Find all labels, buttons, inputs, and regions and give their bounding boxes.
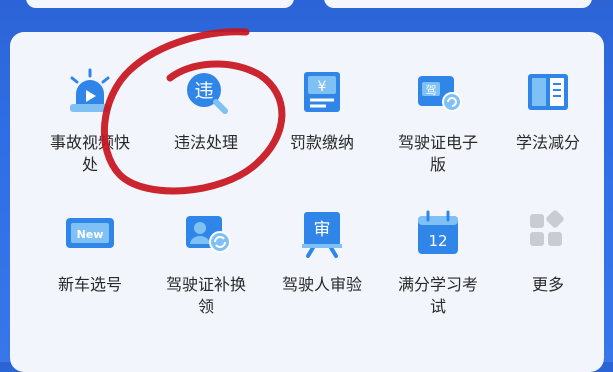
new-plate-icon: New <box>58 202 122 266</box>
service-more[interactable]: 更多 <box>492 202 604 322</box>
service-label: 事故视频快处 <box>49 133 130 174</box>
service-license-renew[interactable]: 驾驶证补换领 <box>150 202 262 322</box>
review-icon: 审 <box>290 202 354 266</box>
svg-text:12: 12 <box>428 232 447 250</box>
service-label: 罚款缴纳 <box>289 133 354 152</box>
fine-payment-icon: ¥ <box>290 60 354 124</box>
service-label: 驾驶人审验 <box>281 275 362 294</box>
service-panel: 事故视频快处 违 违法处理 ¥ 罚款缴纳 驾 驾驶证电子版 学法减分 New 新… <box>10 32 604 372</box>
calendar-exam-icon: 12 <box>406 202 470 266</box>
e-license-icon: 驾 <box>406 60 470 124</box>
svg-text:违: 违 <box>194 80 213 102</box>
service-label: 学法减分 <box>515 133 580 152</box>
service-accident-video[interactable]: 事故视频快处 <box>34 60 146 180</box>
service-new-plate[interactable]: New 新车选号 <box>34 202 146 322</box>
service-e-license[interactable]: 驾 驾驶证电子版 <box>382 60 494 180</box>
book-icon <box>516 60 580 124</box>
siren-icon <box>58 60 122 124</box>
license-renew-icon <box>174 202 238 266</box>
service-label: 更多 <box>531 275 564 294</box>
service-label: 驾驶证电子版 <box>397 133 478 174</box>
svg-text:审: 审 <box>314 220 331 240</box>
service-study-points[interactable]: 学法减分 <box>492 60 604 180</box>
svg-text:New: New <box>77 228 104 241</box>
top-card-left[interactable] <box>26 0 294 8</box>
service-violation-handling[interactable]: 违 违法处理 <box>150 60 262 180</box>
more-icon <box>516 202 580 266</box>
service-label: 新车选号 <box>57 275 122 294</box>
svg-text:¥: ¥ <box>318 79 327 95</box>
service-label: 违法处理 <box>173 133 238 152</box>
service-fine-payment[interactable]: ¥ 罚款缴纳 <box>266 60 378 180</box>
service-label: 满分学习考试 <box>397 275 478 316</box>
service-driver-review[interactable]: 审 驾驶人审验 <box>266 202 378 322</box>
violation-search-icon: 违 <box>174 60 238 124</box>
service-full-score-exam[interactable]: 12 满分学习考试 <box>382 202 494 322</box>
top-card-right[interactable] <box>324 0 592 8</box>
service-label: 驾驶证补换领 <box>165 275 246 316</box>
svg-text:驾: 驾 <box>426 84 437 97</box>
